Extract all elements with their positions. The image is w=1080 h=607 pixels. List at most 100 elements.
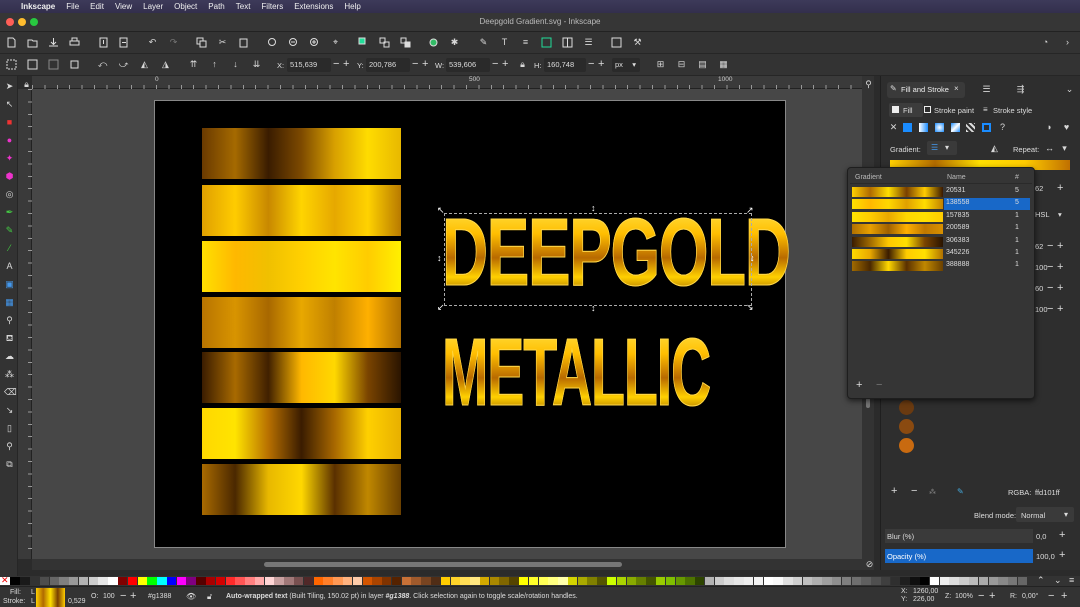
panel-menu-chevron-icon[interactable]: ⌄ (1064, 84, 1075, 95)
palette-swatch[interactable] (342, 577, 353, 585)
palette-swatch[interactable] (39, 577, 50, 585)
gradient-row[interactable]: 345226 1 (852, 248, 1030, 260)
decrement-button[interactable]: − (1047, 261, 1053, 273)
unset-paint-icon[interactable]: ? (997, 122, 1008, 133)
palette-swatch[interactable] (206, 577, 216, 585)
touch-select-icon[interactable] (69, 59, 80, 70)
palette-swatch[interactable] (626, 577, 636, 585)
palette-scroll-up-icon[interactable]: ⌃ (1037, 575, 1045, 586)
palette-swatch[interactable] (215, 577, 226, 585)
increment-button[interactable]: + (1057, 303, 1063, 315)
rotation-increment-button[interactable]: + (1061, 590, 1067, 602)
redo-icon[interactable]: ↷ (168, 37, 179, 48)
zoom-selection-icon[interactable] (267, 37, 278, 48)
import-icon[interactable] (98, 37, 109, 48)
move-gradients-icon[interactable]: ▤ (697, 59, 708, 70)
palette-swatch[interactable] (470, 577, 480, 585)
palette-swatch[interactable] (59, 577, 69, 585)
linear-gradient-icon[interactable] (919, 123, 928, 132)
palette-swatch[interactable] (763, 577, 773, 585)
recent-color-swatch[interactable] (899, 419, 914, 434)
paint-bucket-tool-icon[interactable]: ⛾ (4, 333, 15, 344)
x-increment-button[interactable]: + (343, 58, 349, 70)
scale-handle-bottom[interactable]: ↕ (591, 304, 596, 313)
star-tool-icon[interactable]: ✦ (4, 153, 15, 164)
palette-swatch[interactable] (939, 577, 949, 585)
zoom-increment-button[interactable]: + (989, 590, 995, 602)
palette-swatch[interactable] (861, 577, 871, 585)
palette-swatch[interactable] (137, 577, 147, 585)
mesh-gradient-icon[interactable] (951, 123, 960, 132)
3d-box-tool-icon[interactable]: ⬢ (4, 171, 15, 182)
palette-swatch[interactable] (988, 577, 998, 585)
side-value-2[interactable]: 62 (1035, 242, 1043, 251)
palette-swatch[interactable] (49, 577, 59, 585)
palette-swatch[interactable] (519, 577, 529, 585)
fill-rule-nonzero-icon[interactable]: ♥ (1061, 122, 1072, 133)
pencil-tool-icon[interactable]: ✎ (4, 225, 15, 236)
unit-select[interactable]: px ▾ (612, 58, 640, 72)
menu-edit[interactable]: Edit (90, 2, 104, 11)
palette-swatch[interactable] (587, 577, 597, 585)
text-tool-icon[interactable]: A (4, 261, 15, 272)
palette-menu-icon[interactable]: ≡ (1069, 575, 1074, 585)
palette-swatch[interactable] (88, 577, 99, 585)
menu-view[interactable]: View (115, 2, 132, 11)
palette-swatch[interactable] (430, 577, 441, 585)
chevron-down-icon[interactable]: ▾ (1059, 143, 1070, 154)
text-font-icon[interactable]: T (499, 37, 510, 48)
palette-swatch[interactable] (333, 577, 343, 585)
rectangle-tool-icon[interactable]: ■ (4, 117, 15, 128)
tweak-tool-icon[interactable]: ☁ (4, 351, 15, 362)
zoom-value[interactable]: 100% (955, 593, 973, 600)
palette-swatch[interactable] (734, 577, 744, 585)
gradient-row[interactable]: 138558 5 (852, 198, 1030, 211)
horizontal-scrollbar[interactable] (32, 559, 862, 570)
align-distribute-icon[interactable] (562, 37, 573, 48)
pattern-icon[interactable] (966, 123, 975, 132)
opacity-decrement-button[interactable]: − (120, 590, 126, 602)
palette-swatch[interactable] (812, 577, 822, 585)
xml-editor-icon[interactable] (541, 37, 552, 48)
palette-swatch[interactable] (714, 577, 725, 585)
palette-swatch[interactable] (646, 577, 656, 585)
palette-scroll-down-icon[interactable]: ⌄ (1054, 575, 1062, 586)
drawing-canvas[interactable]: DEEPGOLD METALLIC ↖ ↕ ↗ ↕ ↕ ↙ ↕ ↘ (32, 89, 862, 559)
zoom-decrement-button[interactable]: − (978, 590, 984, 602)
palette-swatch[interactable] (479, 577, 490, 585)
chevron-down-icon[interactable]: ▾ (1058, 210, 1062, 219)
horizontal-scroll-thumb[interactable] (264, 562, 622, 567)
palette-swatch[interactable] (675, 577, 685, 585)
duplicate-icon[interactable] (358, 37, 369, 48)
layers-icon[interactable]: ≡ (520, 37, 531, 48)
palette-swatch[interactable] (968, 577, 979, 585)
palette-swatch[interactable] (391, 577, 402, 585)
spray-tool-icon[interactable]: ⁂ (4, 369, 15, 380)
increment-button[interactable]: + (1057, 261, 1063, 273)
fill-indicator[interactable]: L (31, 589, 35, 596)
palette-swatch[interactable] (822, 577, 832, 585)
stroke-width-value[interactable]: 0,529 (68, 598, 86, 605)
menu-text[interactable]: Text (236, 2, 251, 11)
no-color-swatch[interactable]: ✕ (0, 575, 10, 585)
snap-toggle-icon[interactable]: ◔ (1040, 37, 1051, 48)
blur-increment-button[interactable]: + (1059, 529, 1065, 541)
palette-swatch[interactable] (949, 577, 959, 585)
subtab-stroke-paint[interactable]: Stroke paint (923, 103, 979, 117)
menu-filters[interactable]: Filters (261, 2, 283, 11)
rotation-decrement-button[interactable]: − (1048, 590, 1054, 602)
decrement-button[interactable]: − (1047, 240, 1053, 252)
palette-swatch[interactable] (245, 577, 255, 585)
palette-swatch[interactable] (724, 577, 734, 585)
cut-icon[interactable]: ✂ (217, 37, 228, 48)
remove-stop-button[interactable]: − (911, 486, 917, 497)
palette-swatch[interactable] (567, 577, 578, 585)
palette-swatch[interactable] (743, 577, 754, 585)
y-field[interactable]: 200,786 (366, 58, 410, 72)
header-gradient[interactable]: Gradient (855, 174, 882, 181)
blur-value[interactable]: 0,0 (1036, 532, 1046, 541)
palette-swatch[interactable] (959, 577, 969, 585)
menu-object[interactable]: Object (174, 2, 197, 11)
undo-icon[interactable]: ↶ (147, 37, 158, 48)
rotate-ccw-icon[interactable]: ⤺ (97, 59, 108, 70)
